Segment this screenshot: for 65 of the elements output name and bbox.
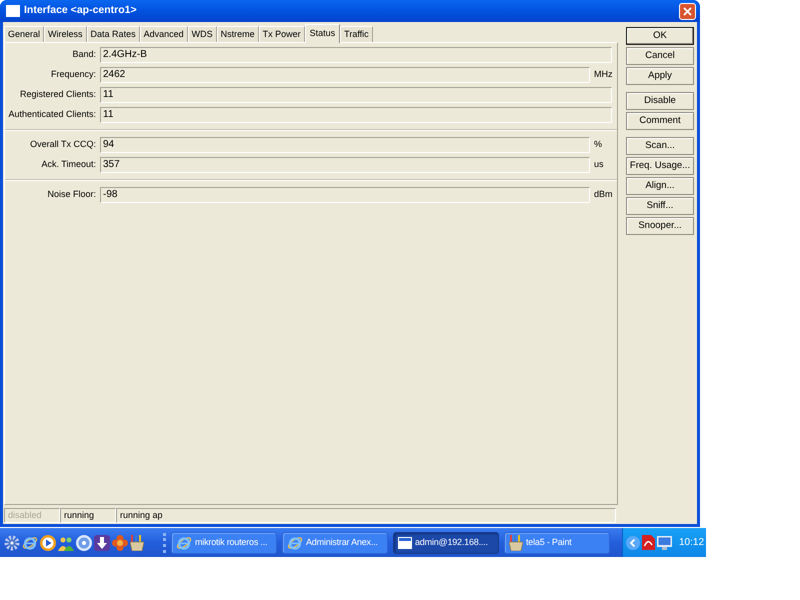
status-bar-cell: running ap [116,508,616,523]
task-button[interactable]: mikrotik routeros ... [171,532,277,554]
dialog-button[interactable]: Apply [626,67,694,85]
value-field[interactable]: 357 [100,157,590,173]
disc-icon[interactable] [76,534,92,550]
dialog-button[interactable]: Snooper... [626,217,694,235]
gear-icon[interactable] [4,534,20,550]
unit-label: us [594,158,605,172]
close-icon [683,6,692,16]
tab[interactable]: Data Rates [86,26,140,42]
window-title: Interface <ap-centro1> [24,3,137,18]
tab[interactable]: Advanced [140,26,188,42]
dialog-button[interactable]: Cancel [626,47,694,65]
tab[interactable]: Traffic [340,26,373,42]
tab[interactable]: Nstreme [216,26,259,42]
document-icon[interactable] [642,535,655,550]
tab[interactable]: Status [304,24,340,43]
download-icon[interactable] [94,534,110,550]
field-label: Frequency: [50,68,96,82]
dialog-button[interactable]: Sniff... [626,197,694,215]
value-field[interactable]: 11 [100,107,612,123]
close-button[interactable] [679,2,696,20]
media-player-icon[interactable] [40,534,56,550]
field-label: Noise Floor: [46,188,96,202]
field-label: Authenticated Clients: [7,108,96,122]
browser-logo-icon[interactable] [22,534,38,550]
task-button[interactable]: admin@192.168.... [393,532,499,554]
tab[interactable]: Tx Power [258,26,305,42]
monitor-icon[interactable] [657,536,672,550]
people-icon[interactable] [58,534,74,550]
brush-cup-icon [509,534,523,550]
status-bar-cell: running [60,508,116,523]
dialog-button[interactable]: OK [626,27,694,45]
dialog-button[interactable]: Scan... [626,137,694,155]
dialog-button[interactable]: Freq. Usage... [626,157,694,175]
status-bar-cell: disabled [4,508,60,523]
dialog-button[interactable]: Align... [626,177,694,195]
dialog-button[interactable]: Comment [626,112,694,130]
unit-label: % [594,138,604,152]
task-button[interactable]: tela5 - Paint [504,532,610,554]
field-label: Registered Clients: [18,88,96,102]
field-label: Ack. Timeout: [40,158,96,172]
unit-label: dBm [594,188,612,202]
dialog-button[interactable]: Disable [626,92,694,110]
browser-logo-icon[interactable] [176,534,192,550]
taskbar-grip[interactable] [163,532,166,552]
value-field[interactable]: 94 [100,137,590,153]
browser-logo-icon[interactable] [287,534,303,550]
task-button[interactable]: Administrar Anex... [282,532,388,554]
unit-label: MHz [594,68,612,82]
value-field[interactable]: 2462 [100,67,590,83]
value-field[interactable]: 2.4GHz-B [100,47,612,63]
brush-cup-icon[interactable] [130,534,144,550]
tab[interactable]: General [4,26,44,42]
window-icon [398,536,412,548]
flower-icon[interactable] [112,534,128,550]
tab[interactable]: Wireless [44,26,87,42]
clock: 10:12 [679,536,704,550]
tab[interactable]: WDS [188,26,217,42]
field-label: Overall Tx CCQ: [29,138,96,152]
window-icon [6,5,20,17]
field-label: Band: [71,48,96,62]
value-field[interactable]: 11 [100,87,612,103]
chevron-left-icon[interactable] [626,536,640,550]
value-field[interactable]: -98 [100,187,590,203]
